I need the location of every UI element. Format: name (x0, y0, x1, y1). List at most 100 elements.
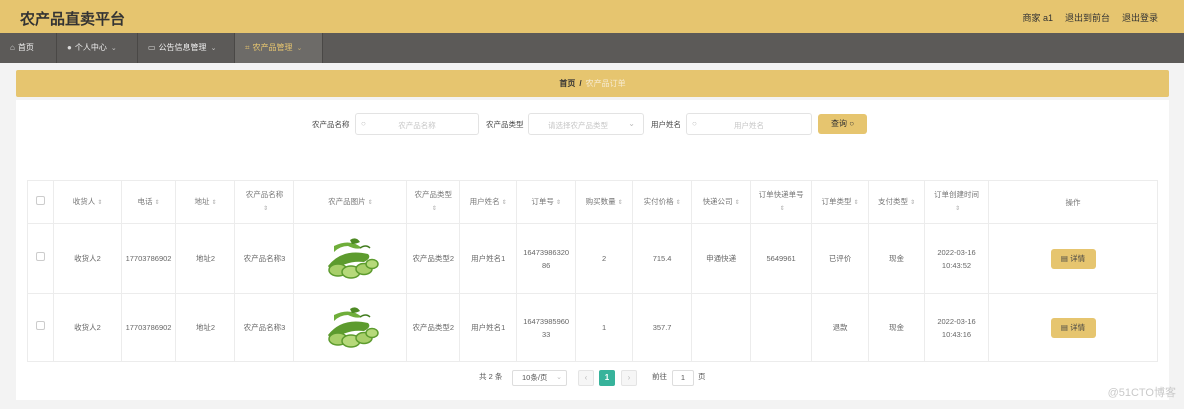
table-header-row: 收货人 ⇕ 电话 ⇕ 地址 ⇕ 农产品名称 ⇕ 农产品图片 ⇕ 农产品类型 ⇕ 用户姓名 ⇕ … (26, 180, 1158, 224)
nav-notice-management[interactable]: ▭ 公告信息管理 ⌄ (138, 33, 234, 63)
cell-receiver: 收货人2 (53, 293, 122, 362)
cell-action: ▤ 详情 (988, 223, 1158, 294)
cell-order-type: 退款 (811, 293, 870, 362)
logout-link[interactable]: 退出登录 (1122, 11, 1158, 24)
cell-product-name: 农产品名称3 (234, 293, 295, 362)
sort-icon: ⇕ (262, 206, 268, 212)
next-page-button[interactable]: › (621, 370, 637, 386)
sort-icon: ⇕ (779, 206, 785, 212)
select-all-cell[interactable] (26, 180, 55, 224)
user-name-input[interactable]: ○ 用户姓名 (686, 113, 812, 135)
row-select-cell[interactable] (26, 223, 55, 294)
row-checkbox[interactable] (36, 252, 46, 261)
col-user-name[interactable]: 用户姓名 ⇕ (459, 180, 518, 224)
main-nav: ⌂ 首页 ● 个人中心 ⌄ ▭ 公告信息管理 ⌄ ⌗ 农产品管理 ⌄ (0, 33, 1184, 63)
nav-product-label: 农产品管理 (252, 43, 293, 52)
product-type-select[interactable]: 请选择农产品类型 ⌄ (528, 113, 644, 135)
cell-phone: 17703786902 (120, 223, 177, 294)
product-type-label: 农产品类型 (486, 120, 524, 129)
cell-product-image (293, 223, 408, 294)
col-product-name[interactable]: 农产品名称 ⇕ (234, 180, 295, 224)
breadcrumb-current: 农产品订单 (585, 79, 626, 88)
row-checkbox[interactable] (36, 321, 46, 330)
cell-courier: 申通快递 (691, 223, 752, 294)
prev-page-button[interactable]: ‹ (578, 370, 594, 386)
nav-home[interactable]: ⌂ 首页 (0, 33, 56, 63)
cell-quantity: 1 (575, 293, 634, 362)
document-icon: ▤ (1060, 253, 1069, 263)
user-icon: ● (67, 43, 72, 52)
col-price[interactable]: 实付价格 ⇕ (632, 180, 693, 224)
cell-address: 地址2 (175, 223, 236, 294)
col-phone[interactable]: 电话 ⇕ (120, 180, 177, 224)
sort-icon: ⇕ (853, 199, 859, 206)
cell-receiver: 收货人2 (53, 223, 122, 294)
cell-phone: 17703786902 (120, 293, 177, 362)
col-courier[interactable]: 快递公司 ⇕ (691, 180, 752, 224)
col-receiver[interactable]: 收货人 ⇕ (53, 180, 122, 224)
sort-icon: ⇕ (97, 199, 103, 206)
sort-icon: ⇕ (675, 199, 681, 206)
nav-notice-label: 公告信息管理 (158, 43, 207, 52)
sort-icon: ⇕ (955, 206, 961, 212)
sort-icon: ⇕ (501, 199, 507, 206)
cell-created: 2022-03-16 10:43:16 (923, 293, 990, 362)
nav-home-label: 首页 (17, 43, 34, 52)
user-name-placeholder: 用户姓名 (734, 121, 764, 130)
select-all-checkbox[interactable] (36, 195, 46, 205)
cell-quantity: 2 (575, 223, 634, 294)
back-to-front-link[interactable]: 退出到前台 (1065, 11, 1110, 24)
cell-created: 2022-03-16 10:43:52 (923, 223, 990, 294)
cell-product-name: 农产品名称3 (234, 223, 295, 294)
top-header: 农产品直卖平台 商家 a1 退出到前台 退出登录 (0, 0, 1184, 33)
pagination-total: 共 2 条 (479, 372, 503, 381)
breadcrumb: 首页 / 农产品订单 (16, 70, 1169, 97)
col-order-type[interactable]: 订单类型 ⇕ (811, 180, 870, 224)
page-size-select[interactable]: 10条/页 ⌄ (512, 370, 567, 386)
detail-button[interactable]: ▤ 详情 (1050, 248, 1096, 269)
product-name-input[interactable]: ○ 农产品名称 (355, 113, 479, 135)
home-icon: ⌂ (10, 43, 15, 52)
col-tracking[interactable]: 订单快递单号 ⇕ (750, 180, 813, 224)
cell-user-name: 用户姓名1 (459, 293, 518, 362)
col-pay-type[interactable]: 支付类型 ⇕ (868, 180, 925, 224)
cucumber-image (328, 237, 380, 279)
nav-personal-center[interactable]: ● 个人中心 ⌄ (57, 33, 137, 63)
document-icon: ▭ (148, 43, 156, 52)
breadcrumb-home[interactable]: 首页 (559, 79, 575, 88)
sort-icon: ⇕ (617, 199, 623, 206)
col-order-no[interactable]: 订单号 ⇕ (516, 180, 577, 224)
chevron-down-icon: ⌄ (210, 45, 217, 52)
order-table: 收货人 ⇕ 电话 ⇕ 地址 ⇕ 农产品名称 ⇕ 农产品图片 ⇕ 农产品类型 ⇕ 用户姓名 ⇕ … (26, 180, 1158, 362)
col-product-image[interactable]: 农产品图片 ⇕ (293, 180, 408, 224)
table-row: 收货人2 17703786902 地址2 农产品名称3 农产品类型2 用户姓名1… (26, 293, 1158, 362)
cucumber-image (328, 306, 380, 348)
col-quantity[interactable]: 购买数量 ⇕ (575, 180, 634, 224)
table-row: 收货人2 17703786902 地址2 农产品名称3 农产品类型2 用户姓名1… (26, 223, 1158, 294)
nav-product-management[interactable]: ⌗ 农产品管理 ⌄ (235, 33, 322, 63)
sort-icon: ⇕ (431, 206, 437, 212)
col-address[interactable]: 地址 ⇕ (175, 180, 236, 224)
chevron-left-icon: ‹ (584, 373, 588, 382)
cell-product-image (293, 293, 408, 362)
detail-button[interactable]: ▤ 详情 (1050, 317, 1096, 338)
cell-tracking: 5649961 (750, 223, 813, 294)
cell-price: 357.7 (632, 293, 693, 362)
chevron-down-icon: ⌄ (110, 45, 117, 52)
cell-address: 地址2 (175, 293, 236, 362)
row-select-cell[interactable] (26, 293, 55, 362)
page-number-current[interactable]: 1 (599, 370, 615, 386)
goto-page-input[interactable]: 1 (672, 370, 694, 386)
cell-user-name: 用户姓名1 (459, 223, 518, 294)
user-name-label: 用户姓名 (651, 120, 681, 129)
sort-icon: ⇕ (910, 199, 916, 206)
document-icon: ▤ (1060, 322, 1069, 332)
col-created[interactable]: 订单创建时间 ⇕ (923, 180, 990, 224)
query-button[interactable]: 查询 ○ (818, 114, 867, 134)
col-product-type[interactable]: 农产品类型 ⇕ (406, 180, 461, 224)
cell-order-no: 1647398596033 (516, 293, 577, 362)
product-name-label: 农产品名称 (312, 120, 350, 129)
crop-icon: ⌗ (245, 43, 250, 52)
cell-action: ▤ 详情 (988, 293, 1158, 362)
cell-product-type: 农产品类型2 (406, 293, 461, 362)
